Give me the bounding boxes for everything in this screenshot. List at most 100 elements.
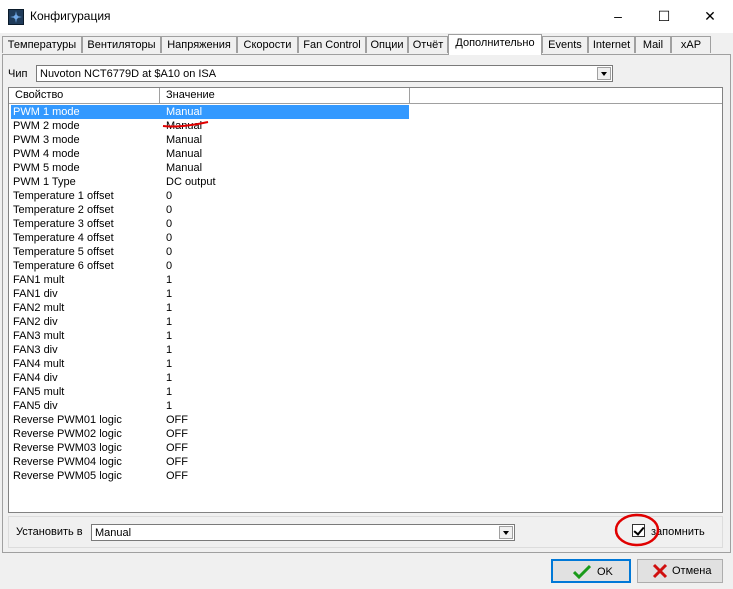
row-property: PWM 5 mode bbox=[13, 162, 80, 174]
tab-internet[interactable]: Internet bbox=[588, 36, 635, 53]
tab-advanced[interactable]: Дополнительно bbox=[448, 34, 542, 55]
header-property[interactable]: Свойство bbox=[9, 88, 160, 104]
row-property: FAN1 div bbox=[13, 288, 58, 300]
row-property: FAN4 mult bbox=[13, 358, 65, 370]
row-property: Reverse PWM02 logic bbox=[13, 428, 122, 440]
table-row[interactable]: FAN3 div 1 bbox=[11, 343, 409, 357]
table-row[interactable]: Temperature 6 offset 0 bbox=[11, 259, 409, 273]
table-row[interactable]: PWM 2 mode Manual bbox=[11, 119, 409, 133]
row-value: 1 bbox=[166, 288, 173, 300]
cancel-button[interactable]: Отмена bbox=[637, 559, 723, 583]
table-row[interactable]: FAN5 mult 1 bbox=[11, 385, 409, 399]
config-window: Конфигурация – ☐ ✕ Температуры Вентилято… bbox=[0, 0, 733, 589]
row-value: 0 bbox=[166, 260, 173, 272]
table-row[interactable]: Temperature 3 offset 0 bbox=[11, 217, 409, 231]
row-value: 0 bbox=[166, 218, 173, 230]
row-property: Reverse PWM05 logic bbox=[13, 470, 122, 482]
table-row[interactable]: FAN2 mult 1 bbox=[11, 301, 409, 315]
row-value: 1 bbox=[166, 358, 173, 370]
tab-report[interactable]: Отчёт bbox=[408, 36, 448, 53]
table-row[interactable]: FAN2 div 1 bbox=[11, 315, 409, 329]
chip-select[interactable]: Nuvoton NCT6779D at $A10 on ISA bbox=[36, 65, 613, 82]
row-property: FAN2 div bbox=[13, 316, 58, 328]
tab-xap[interactable]: xAP bbox=[671, 36, 711, 53]
table-row[interactable]: FAN4 mult 1 bbox=[11, 357, 409, 371]
row-property: FAN4 div bbox=[13, 372, 58, 384]
row-value: 0 bbox=[166, 232, 173, 244]
set-label: Установить в bbox=[16, 526, 83, 538]
table-row[interactable]: FAN1 mult 1 bbox=[11, 273, 409, 287]
tab-speeds[interactable]: Скорости bbox=[237, 36, 298, 53]
cancel-label: Отмена bbox=[672, 565, 712, 577]
table-row[interactable]: Temperature 2 offset 0 bbox=[11, 203, 409, 217]
row-value: 1 bbox=[166, 330, 173, 342]
table-row[interactable]: PWM 1 mode Manual bbox=[11, 105, 409, 119]
row-property: Temperature 1 offset bbox=[13, 190, 114, 202]
table-row[interactable]: FAN3 mult 1 bbox=[11, 329, 409, 343]
table-row[interactable]: Reverse PWM05 logic OFF bbox=[11, 469, 409, 483]
tab-temperatures[interactable]: Температуры bbox=[2, 36, 82, 53]
row-property: FAN3 div bbox=[13, 344, 58, 356]
row-value: Manual bbox=[166, 148, 203, 160]
ok-label: OK bbox=[597, 566, 613, 578]
remember-label[interactable]: запомнить bbox=[651, 526, 705, 538]
tab-fans[interactable]: Вентиляторы bbox=[82, 36, 161, 53]
tab-fan-control[interactable]: Fan Control bbox=[298, 36, 366, 53]
row-property: FAN2 mult bbox=[13, 302, 65, 314]
chip-label: Чип bbox=[8, 68, 28, 80]
row-property: PWM 3 mode bbox=[13, 134, 80, 146]
row-property: PWM 4 mode bbox=[13, 148, 80, 160]
row-property: FAN5 div bbox=[13, 400, 58, 412]
table-row[interactable]: Temperature 4 offset 0 bbox=[11, 231, 409, 245]
table-row[interactable]: FAN5 div 1 bbox=[11, 399, 409, 413]
close-button[interactable]: ✕ bbox=[687, 0, 733, 33]
row-property: PWM 2 mode bbox=[13, 120, 80, 132]
table-row[interactable]: FAN1 div 1 bbox=[11, 287, 409, 301]
table-row[interactable]: PWM 3 mode Manual bbox=[11, 133, 409, 147]
tab-mail[interactable]: Mail bbox=[635, 36, 671, 53]
header-value[interactable]: Значение bbox=[160, 88, 410, 104]
row-property: Temperature 3 offset bbox=[13, 218, 114, 230]
tab-options[interactable]: Опции bbox=[366, 36, 408, 53]
chevron-down-icon[interactable] bbox=[597, 67, 611, 80]
row-value: DC output bbox=[166, 176, 216, 188]
minimize-button[interactable]: – bbox=[595, 0, 641, 33]
title-bar[interactable]: Конфигурация – ☐ ✕ bbox=[0, 0, 733, 33]
row-value: 1 bbox=[166, 400, 173, 412]
row-property: Reverse PWM03 logic bbox=[13, 442, 122, 454]
table-row[interactable]: Reverse PWM03 logic OFF bbox=[11, 441, 409, 455]
fan-icon bbox=[8, 9, 24, 25]
tab-voltages[interactable]: Напряжения bbox=[161, 36, 237, 53]
table-row[interactable]: Temperature 1 offset 0 bbox=[11, 189, 409, 203]
row-value: OFF bbox=[166, 442, 188, 454]
row-value: 1 bbox=[166, 302, 173, 314]
x-icon bbox=[652, 563, 668, 582]
properties-grid[interactable]: Свойство Значение PWM 1 mode Manual PWM 2 … bbox=[8, 87, 723, 513]
table-row[interactable]: Reverse PWM04 logic OFF bbox=[11, 455, 409, 469]
table-row[interactable]: PWM 4 mode Manual bbox=[11, 147, 409, 161]
row-property: FAN1 mult bbox=[13, 274, 65, 286]
row-value: Manual bbox=[166, 106, 203, 118]
row-value: OFF bbox=[166, 428, 188, 440]
tab-events[interactable]: Events bbox=[542, 36, 588, 53]
set-value: Manual bbox=[95, 527, 132, 539]
row-value: OFF bbox=[166, 470, 188, 482]
header-filler bbox=[410, 88, 722, 104]
table-row[interactable]: Reverse PWM01 logic OFF bbox=[11, 413, 409, 427]
maximize-button[interactable]: ☐ bbox=[641, 0, 687, 33]
ok-button[interactable]: OK bbox=[551, 559, 631, 583]
check-icon bbox=[572, 564, 592, 583]
table-row[interactable]: PWM 5 mode Manual bbox=[11, 161, 409, 175]
row-value: 0 bbox=[166, 204, 173, 216]
row-value: 1 bbox=[166, 344, 173, 356]
set-value-select[interactable]: Manual bbox=[91, 524, 515, 541]
chevron-down-icon[interactable] bbox=[499, 526, 513, 539]
table-row[interactable]: Temperature 5 offset 0 bbox=[11, 245, 409, 259]
table-row[interactable]: Reverse PWM02 logic OFF bbox=[11, 427, 409, 441]
table-row[interactable]: PWM 1 Type DC output bbox=[11, 175, 409, 189]
row-value: OFF bbox=[166, 456, 188, 468]
remember-checkbox[interactable] bbox=[632, 524, 645, 537]
row-property: FAN3 mult bbox=[13, 330, 65, 342]
row-value: 0 bbox=[166, 246, 173, 258]
table-row[interactable]: FAN4 div 1 bbox=[11, 371, 409, 385]
